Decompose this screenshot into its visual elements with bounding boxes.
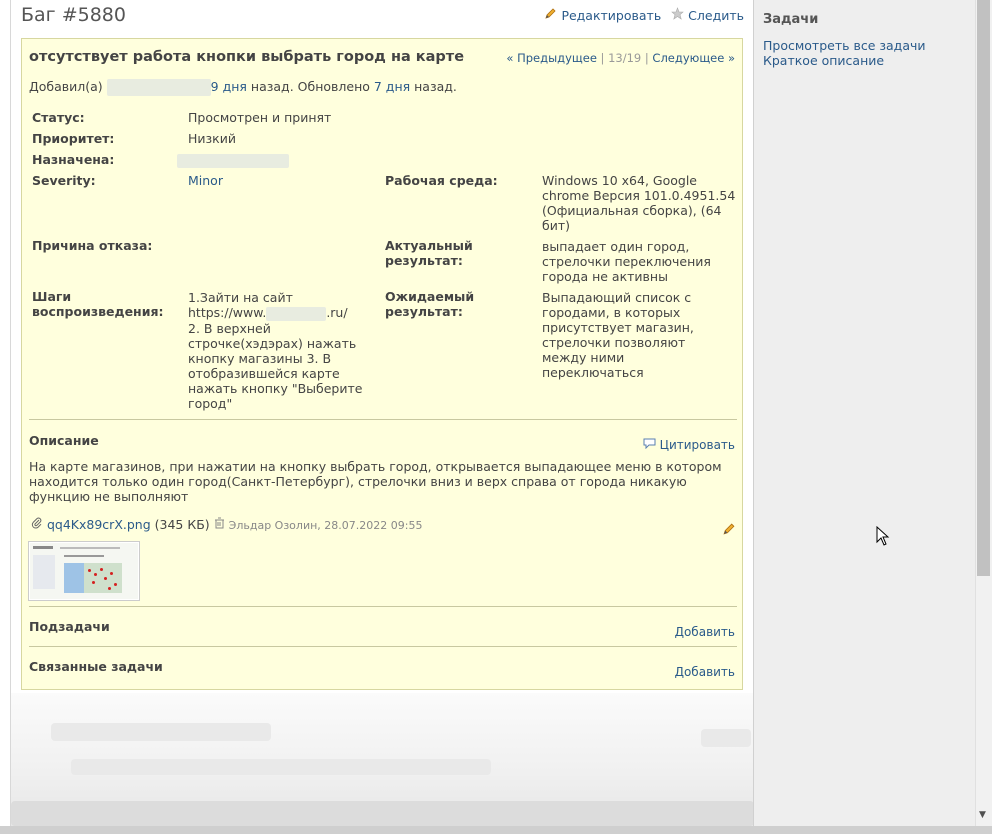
- reject-reason-label: Причина отказа:: [32, 238, 153, 253]
- main-content: Баг #5880 Редактировать Следить отсутств…: [10, 0, 754, 834]
- issue-navigation: « Предыдущее | 13/19 | Следующее »: [506, 51, 735, 65]
- assigned-value: [177, 152, 289, 168]
- issue-subject: отсутствует работа кнопки выбрать город …: [29, 49, 465, 65]
- scroll-down-arrow-icon[interactable]: ▼: [979, 810, 986, 820]
- actual-result-value: выпадает один город, стрелочки переключе…: [542, 239, 711, 284]
- watch-link[interactable]: Следить: [688, 8, 744, 23]
- steps-value: 1.Зайти на сайт https://www. .ru/ 2. В ве…: [188, 290, 368, 411]
- star-icon: [671, 7, 684, 23]
- add-subtask-link[interactable]: Добавить: [675, 625, 735, 639]
- steps-line-1: 1.Зайти на сайт: [188, 290, 293, 305]
- contextual-actions: Редактировать Следить: [544, 7, 744, 23]
- scrollbar-thumb[interactable]: [977, 0, 990, 576]
- priority-label: Приоритет:: [32, 131, 115, 146]
- expected-result-value: Выпадающий список с городами, в которых …: [542, 290, 694, 380]
- map-thumbnail: [64, 563, 122, 593]
- severity-value: Minor: [188, 173, 223, 188]
- pencil-icon[interactable]: [722, 522, 736, 539]
- mouse-cursor-icon: [876, 525, 890, 549]
- environment-label: Рабочая среда:: [385, 173, 498, 188]
- divider: [29, 646, 737, 647]
- updated-text: назад. Обновлено: [250, 79, 370, 94]
- quote-link[interactable]: Цитировать: [660, 438, 735, 452]
- assigned-label: Назначена:: [32, 152, 115, 167]
- sidebar-title: Задачи: [763, 12, 819, 27]
- priority-value: Низкий: [188, 131, 236, 146]
- window-bottom-edge: [0, 826, 992, 834]
- added-ago-link[interactable]: 9 дня: [211, 79, 247, 94]
- vertical-scrollbar[interactable]: ▼: [975, 0, 992, 826]
- attachment-size: (345 КБ): [154, 517, 210, 532]
- view-all-issues-link[interactable]: Просмотреть все задачи: [763, 38, 925, 53]
- quote-action: Цитировать: [643, 438, 735, 452]
- speech-bubble-icon: [643, 438, 660, 452]
- environment-value: Windows 10 x64, Google chrome Версия 101…: [542, 173, 736, 233]
- updated-ago-link[interactable]: 7 дня: [374, 79, 410, 94]
- pencil-icon: [544, 7, 557, 23]
- attachment-row: qq4Kx89crX.png (345 КБ) Эльдар Озолин, 2…: [31, 517, 422, 532]
- steps-line-2: https://www. .ru/: [188, 305, 348, 321]
- actual-result-label: Актуальный результат:: [385, 238, 473, 268]
- attachment-link[interactable]: qq4Kx89crX.png: [47, 517, 151, 532]
- edit-link[interactable]: Редактировать: [561, 8, 661, 23]
- add-relation-link[interactable]: Добавить: [675, 665, 735, 679]
- expected-result-label: Ожидаемый результат:: [385, 289, 475, 319]
- relations-title: Связанные задачи: [29, 659, 163, 674]
- attachment-meta: Эльдар Озолин, 28.07.2022 09:55: [228, 519, 423, 532]
- subtasks-title: Подзадачи: [29, 619, 110, 634]
- severity-label: Severity:: [32, 173, 96, 188]
- attachment-thumbnail[interactable]: [28, 541, 140, 601]
- author-prefix: Добавил(а): [29, 79, 103, 94]
- description-title: Описание: [29, 433, 99, 448]
- divider: [29, 419, 737, 420]
- trash-icon[interactable]: [214, 517, 229, 532]
- prev-issue-link[interactable]: « Предыдущее: [506, 51, 596, 65]
- status-label: Статус:: [32, 110, 85, 125]
- nav-separator: |: [600, 51, 605, 65]
- issue-position: 13/19: [608, 51, 642, 65]
- next-issue-link[interactable]: Следующее »: [652, 51, 735, 65]
- paperclip-icon: [31, 517, 47, 532]
- author-redacted: [106, 79, 211, 96]
- updated-suffix: назад.: [414, 79, 457, 94]
- description-text: На карте магазинов, при нажатии на кнопк…: [29, 459, 722, 504]
- status-value: Просмотрен и принят: [188, 110, 332, 125]
- steps-rest: 2. В верхней строчке(хэдэрах) нажать кно…: [188, 320, 363, 411]
- nav-separator: |: [644, 51, 649, 65]
- severity-link[interactable]: Minor: [188, 173, 223, 188]
- issue-author-line: Добавил(а) 9 дня назад. Обновлено 7 дня …: [29, 79, 457, 96]
- sidebar: Задачи Просмотреть все задачи Краткое оп…: [753, 0, 976, 826]
- page-title: Баг #5880: [21, 4, 126, 26]
- summary-link[interactable]: Краткое описание: [763, 53, 884, 68]
- blurred-footer: [11, 693, 754, 826]
- steps-label: Шаги воспроизведения:: [32, 289, 164, 319]
- issue-panel: отсутствует работа кнопки выбрать город …: [21, 38, 743, 690]
- divider: [29, 606, 737, 607]
